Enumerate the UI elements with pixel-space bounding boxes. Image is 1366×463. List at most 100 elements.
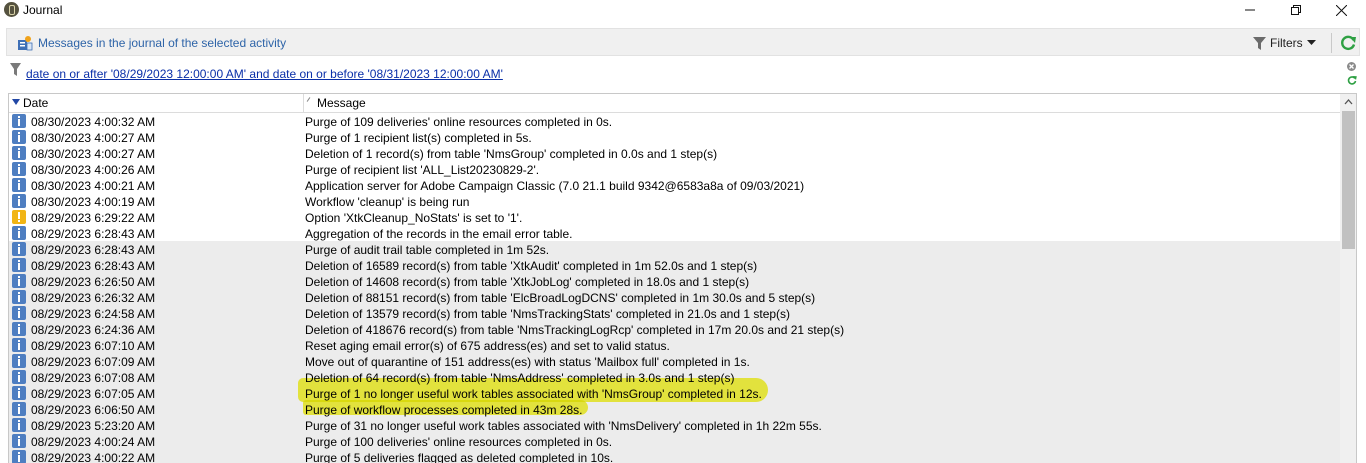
row-date: 08/29/2023 6:26:32 AM: [31, 291, 156, 305]
toolbar-separator: [1331, 33, 1332, 53]
row-date: 08/30/2023 4:00:27 AM: [31, 147, 156, 161]
row-date: 08/30/2023 4:00:32 AM: [31, 115, 156, 129]
row-date: 08/29/2023 6:28:43 AM: [31, 227, 156, 241]
window-title: Journal: [23, 3, 63, 17]
table-row[interactable]: 08/29/2023 6:26:50 AM Deletion of 14608 r…: [9, 273, 1340, 289]
table-row[interactable]: 08/29/2023 6:07:08 AM Deletion of 64 reco…: [9, 369, 1340, 385]
info-icon: [12, 370, 26, 384]
journal-grid: Date Message 08/30/2023 4:00:32 AM Purge …: [8, 93, 1357, 463]
info-icon: [12, 130, 26, 144]
row-message: Purge of 100 deliveries' online resource…: [305, 435, 613, 449]
table-row[interactable]: 08/30/2023 4:00:32 AM Purge of 109 delive…: [9, 113, 1340, 129]
row-message: Purge of workflow processes completed in…: [305, 403, 583, 417]
table-row[interactable]: 08/29/2023 6:24:58 AM Deletion of 13579 r…: [9, 305, 1340, 321]
row-message: Workflow 'cleanup' is being run: [305, 195, 470, 209]
row-message: Aggregation of the records in the email …: [305, 227, 573, 241]
row-message: Deletion of 88151 record(s) from table '…: [305, 291, 816, 305]
row-message: Option 'XtkCleanup_NoStats' is set to '1…: [305, 211, 523, 225]
info-icon: [12, 434, 26, 448]
info-icon: [12, 242, 26, 256]
row-date: 08/29/2023 6:07:09 AM: [31, 355, 156, 369]
row-date: 08/29/2023 6:28:43 AM: [31, 259, 156, 273]
row-date: 08/29/2023 6:07:10 AM: [31, 339, 156, 353]
info-icon: [12, 258, 26, 272]
scrollbar-thumb[interactable]: [1342, 111, 1355, 249]
title-bar: Journal: [0, 0, 1366, 20]
row-message: Purge of recipient list 'ALL_List2023082…: [305, 163, 540, 177]
row-date: 08/30/2023 4:00:21 AM: [31, 179, 156, 193]
table-row[interactable]: 08/29/2023 6:06:50 AM Purge of workflow p…: [9, 401, 1340, 417]
row-message: Purge of 109 deliveries' online resource…: [305, 115, 613, 129]
close-icon: [1335, 4, 1347, 16]
row-date: 08/29/2023 6:26:50 AM: [31, 275, 156, 289]
info-icon: [12, 402, 26, 416]
row-date: 08/29/2023 6:06:50 AM: [31, 403, 156, 417]
scroll-up-icon[interactable]: [1344, 99, 1353, 105]
table-row[interactable]: 08/30/2023 4:00:27 AM Deletion of 1 recor…: [9, 145, 1340, 161]
row-date: 08/29/2023 6:28:43 AM: [31, 243, 156, 257]
filter-refresh-icon[interactable]: [1347, 75, 1357, 85]
filter-bar: date on or after '08/29/2023 12:00:00 AM…: [6, 58, 1360, 88]
table-row[interactable]: 08/30/2023 4:00:19 AM Workflow 'cleanup' …: [9, 193, 1340, 209]
column-header-message-label: Message: [317, 96, 366, 110]
chevron-down-icon: [1306, 40, 1316, 45]
table-row[interactable]: 08/29/2023 6:07:10 AM Reset aging email e…: [9, 337, 1340, 353]
row-date: 08/29/2023 4:00:24 AM: [31, 435, 156, 449]
table-row[interactable]: 08/29/2023 6:24:36 AM Deletion of 418676 …: [9, 321, 1340, 337]
table-row[interactable]: 08/29/2023 6:26:32 AM Deletion of 88151 r…: [9, 289, 1340, 305]
info-icon: [12, 226, 26, 240]
info-icon: [12, 274, 26, 288]
filters-label: Filters: [1270, 36, 1303, 50]
funnel-icon: [1253, 36, 1266, 50]
row-message: Purge of 5 deliveries flagged as deleted…: [305, 451, 614, 463]
row-message: Purge of audit trail table completed in …: [305, 243, 550, 257]
table-row[interactable]: 08/30/2023 4:00:27 AM Purge of 1 recipien…: [9, 129, 1340, 145]
table-row[interactable]: 08/29/2023 6:07:09 AM Move out of quarant…: [9, 353, 1340, 369]
table-row[interactable]: 08/29/2023 6:07:05 AM Purge of 1 no longe…: [9, 385, 1340, 401]
restore-button[interactable]: [1273, 0, 1319, 20]
clear-filter-icon[interactable]: [1347, 62, 1356, 71]
row-date: 08/29/2023 6:07:08 AM: [31, 371, 156, 385]
table-row[interactable]: 08/29/2023 6:29:22 AM Option 'XtkCleanup_…: [9, 209, 1340, 225]
table-row[interactable]: 08/29/2023 4:00:24 AM Purge of 100 delive…: [9, 433, 1340, 449]
close-button[interactable]: [1318, 0, 1364, 20]
row-date: 08/30/2023 4:00:27 AM: [31, 131, 156, 145]
row-date: 08/29/2023 6:24:36 AM: [31, 323, 156, 337]
vertical-scrollbar[interactable]: [1340, 94, 1356, 463]
info-icon: [12, 290, 26, 304]
table-row[interactable]: 08/30/2023 4:00:26 AM Purge of recipient …: [9, 161, 1340, 177]
table-row[interactable]: 08/29/2023 6:28:43 AM Aggregation of the …: [9, 225, 1340, 241]
filters-button[interactable]: Filters: [1253, 33, 1316, 53]
row-message: Deletion of 1 record(s) from table 'NmsG…: [305, 147, 718, 161]
row-message: Purge of 31 no longer useful work tables…: [305, 419, 822, 433]
info-icon: [12, 386, 26, 400]
info-icon: [12, 354, 26, 368]
column-header-message[interactable]: Message: [304, 94, 1004, 112]
table-row[interactable]: 08/30/2023 4:00:21 AM Application server …: [9, 177, 1340, 193]
grid-header: Date Message: [9, 94, 1340, 113]
grid-rows: 08/30/2023 4:00:32 AM Purge of 109 delive…: [9, 113, 1340, 463]
filter-condition-link[interactable]: date on or after '08/29/2023 12:00:00 AM…: [26, 67, 503, 81]
warning-icon: [12, 210, 26, 224]
row-date: 08/30/2023 4:00:26 AM: [31, 163, 156, 177]
info-icon: [12, 194, 26, 208]
column-header-date[interactable]: Date: [9, 94, 304, 112]
minimize-icon: [1245, 9, 1255, 11]
row-message: Deletion of 14608 record(s) from table '…: [305, 275, 750, 289]
table-row[interactable]: 08/29/2023 5:23:20 AM Purge of 31 no long…: [9, 417, 1340, 433]
row-date: 08/29/2023 6:24:58 AM: [31, 307, 156, 321]
table-row[interactable]: 08/29/2023 6:28:43 AM Deletion of 16589 r…: [9, 257, 1340, 273]
refresh-icon[interactable]: [1339, 34, 1357, 52]
info-icon: [12, 306, 26, 320]
table-row[interactable]: 08/29/2023 4:00:22 AM Purge of 5 deliveri…: [9, 449, 1340, 463]
row-message: Reset aging email error(s) of 675 addres…: [305, 339, 670, 353]
info-icon: [12, 450, 26, 463]
table-row[interactable]: 08/29/2023 6:28:43 AM Purge of audit trai…: [9, 241, 1340, 257]
restore-icon: [1291, 5, 1301, 15]
row-message: Deletion of 418676 record(s) from table …: [305, 323, 845, 337]
info-icon: [12, 338, 26, 352]
row-date: 08/29/2023 4:00:22 AM: [31, 451, 156, 463]
minimize-button[interactable]: [1227, 0, 1273, 20]
row-date: 08/29/2023 6:29:22 AM: [31, 211, 156, 225]
filter-funnel-icon: [10, 63, 21, 76]
